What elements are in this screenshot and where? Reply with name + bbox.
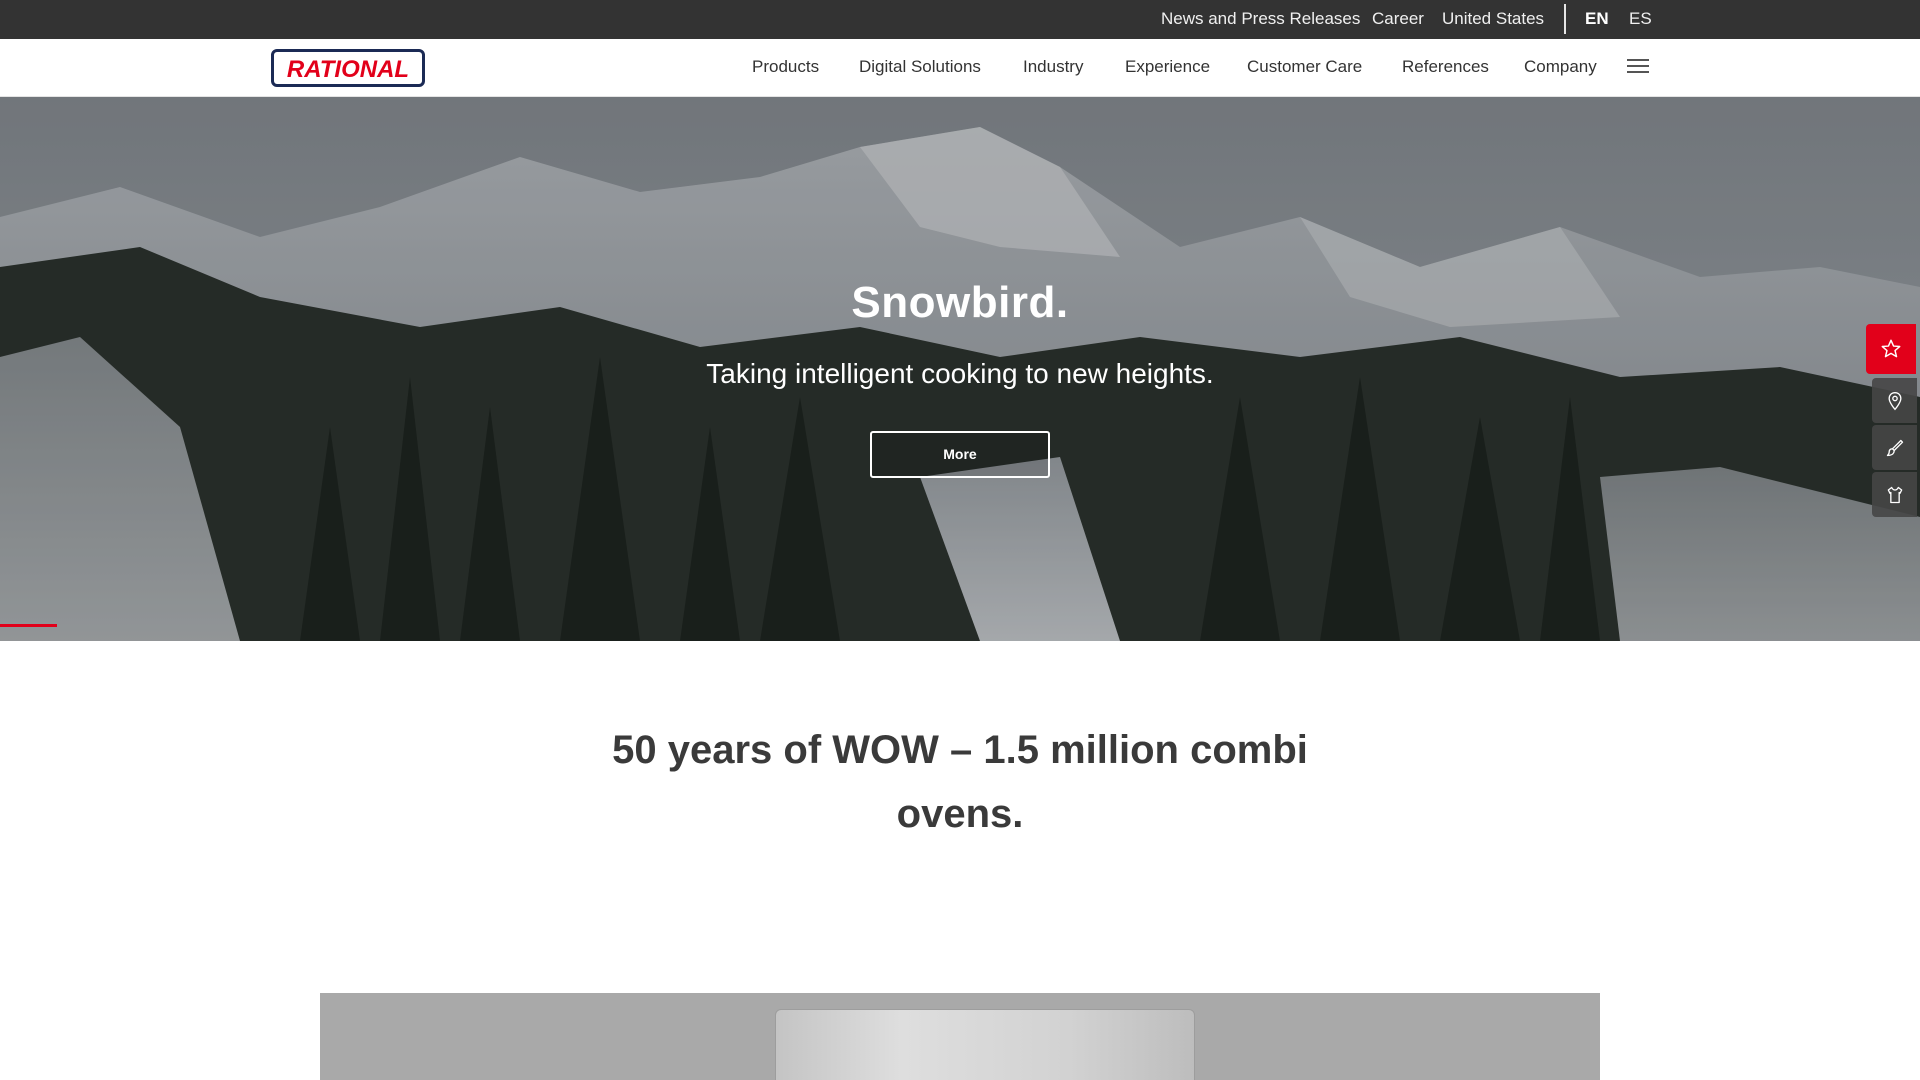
nav-item-experience[interactable]: Experience — [1125, 39, 1210, 97]
nav-item-products[interactable]: Products — [752, 39, 819, 97]
nav-item-industry[interactable]: Industry — [1023, 39, 1083, 97]
favorites-button[interactable] — [1866, 324, 1916, 374]
configure-button[interactable] — [1872, 425, 1917, 470]
shop-button[interactable] — [1872, 472, 1917, 517]
career-link[interactable]: Career — [1372, 0, 1424, 39]
nav-item-customer-care[interactable]: Customer Care — [1247, 39, 1362, 97]
utility-divider — [1564, 4, 1566, 34]
combi-oven-image — [775, 1009, 1195, 1080]
rational-logo[interactable]: RATIONAL — [271, 49, 425, 87]
main-header: RATIONAL Products Digital Solutions Indu… — [0, 39, 1920, 97]
utility-bar: News and Press Releases Career United St… — [0, 0, 1920, 39]
language-es-link[interactable]: ES — [1629, 0, 1652, 39]
nav-item-company[interactable]: Company — [1524, 39, 1597, 97]
language-en-link[interactable]: EN — [1585, 0, 1609, 39]
brush-icon — [1886, 439, 1903, 456]
news-press-link[interactable]: News and Press Releases — [1161, 0, 1360, 39]
nav-item-references[interactable]: References — [1402, 39, 1489, 97]
section-headline: 50 years of WOW – 1.5 million combi oven… — [612, 728, 1308, 836]
product-image — [320, 993, 1600, 1080]
location-button[interactable] — [1872, 378, 1917, 423]
country-selector-link[interactable]: United States — [1442, 0, 1544, 39]
hamburger-icon[interactable] — [1627, 59, 1649, 77]
star-icon — [1881, 339, 1901, 358]
hero-more-button[interactable]: More — [870, 431, 1050, 478]
hero-title: Snowbird. — [851, 278, 1069, 327]
logo-text: RATIONAL — [287, 56, 409, 83]
slider-progress-indicator — [0, 624, 57, 627]
hero-banner: Snowbird. Taking intelligent cooking to … — [0, 97, 1920, 641]
shirt-icon — [1887, 486, 1902, 503]
nav-item-digital-solutions[interactable]: Digital Solutions — [859, 39, 981, 97]
hero-subtitle: Taking intelligent cooking to new height… — [706, 358, 1214, 389]
location-pin-icon — [1887, 391, 1902, 410]
